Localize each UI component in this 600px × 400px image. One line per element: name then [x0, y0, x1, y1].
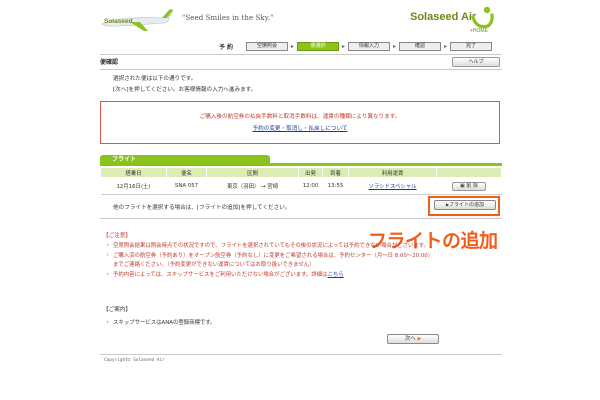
caution-text: 予約内容によっては、スキップサービスをご利用いただけない場合がございます。詳細は	[113, 271, 328, 278]
add-flight-row: 他のフライトを選択する場合は、[フライトの追加]を押してください。 ▶フライトの…	[100, 196, 502, 220]
divider	[100, 218, 502, 219]
cell-date: 12月16日(土)	[100, 177, 167, 195]
page-title: 便確認	[100, 59, 119, 66]
brand-name: Solaseed Air	[410, 11, 477, 23]
col-arrive: 到着	[322, 167, 349, 178]
next-arrow-icon: ▶	[417, 336, 422, 342]
intro-text: 選択された便は以下の通りです。 [次へ]を押してください。お客様情報の入力へ進み…	[113, 74, 256, 96]
cell-action: ▣ 削 除	[436, 177, 502, 195]
delete-label: 削 除	[466, 182, 478, 189]
step-availability: 空席照会	[246, 41, 288, 51]
add-flight-label: フライトの追加	[449, 202, 485, 208]
cell-route: 東京（羽田） → 宮崎	[206, 177, 299, 195]
fee-notice-box: ご購入後の航空券の払戻手数料と取消手数料は、運賃の種類により異なります。 予約の…	[100, 101, 500, 144]
cell-fare: ソラシドスペシャル	[348, 177, 437, 195]
change-cancel-link[interactable]: 予約の変更・取消し・払戻しについて	[101, 124, 499, 132]
info-heading: 【ご案内】	[103, 307, 131, 313]
intro-line: 選択された便は以下の通りです。	[113, 76, 197, 82]
col-date: 搭乗日	[100, 167, 167, 178]
copyright: Copyright© Solaseed Air	[104, 358, 165, 363]
list-item: スキップサービスはANAの登録商標です。	[105, 318, 216, 326]
help-button[interactable]: ヘルプ	[452, 57, 500, 67]
solaseed-plane-logo: Solaseed	[101, 9, 174, 31]
step-arrow-icon: ▸	[393, 42, 397, 50]
list-item: 空席照会結果は照会時点での状況ですので、フライトを選択されていてもその後の状況に…	[105, 242, 435, 252]
divider	[100, 54, 502, 55]
col-depart: 出発	[298, 167, 323, 178]
info-list: スキップサービスはANAの登録商標です。	[105, 318, 216, 326]
divider	[100, 354, 502, 355]
list-item: ご購入済の航空券（予約あり）をオープン航空券（予約なし）に変更をご希望される場合…	[105, 252, 435, 271]
fee-notice-text: ご購入後の航空券の払戻手数料と取消手数料は、運賃の種類により異なります。	[199, 114, 401, 120]
divider	[100, 69, 502, 70]
col-route: 区間	[206, 167, 299, 178]
col-flight-no: 便名	[166, 167, 207, 178]
table-row: 12月16日(土) SNA 057 東京（羽田） → 宮崎 12:00 13:5…	[100, 177, 502, 195]
step-info-input: 情報入力	[348, 41, 391, 51]
reservation-page: Solaseed "Seed Smiles in the Sky." Solas…	[100, 0, 502, 400]
step-arrow-icon: ▸	[291, 42, 295, 50]
delete-button[interactable]: ▣ 削 除	[452, 181, 486, 191]
add-flight-instruction: 他のフライトを選択する場合は、[フライトの追加]を押してください。	[113, 205, 291, 211]
details-link[interactable]: こちら	[328, 272, 344, 278]
brand-home-label: +HOME	[470, 28, 488, 34]
fare-link[interactable]: ソラシドスペシャル	[368, 184, 416, 190]
cell-flight-no: SNA 057	[166, 177, 207, 195]
next-button[interactable]: 次へ ▶	[387, 334, 439, 344]
cell-depart: 12:00	[298, 177, 323, 195]
slogan: "Seed Smiles in the Sky."	[182, 14, 274, 22]
flight-table: 搭乗日 便名 区間 出発 到着 利用運賃 12月16日(土) SNA 057 東…	[100, 167, 502, 195]
list-item: 予約内容によっては、スキップサービスをご利用いただけない場合がございます。詳細は…	[105, 271, 435, 281]
svg-text:Solaseed: Solaseed	[104, 18, 133, 25]
caution-list: 空席照会結果は照会時点での状況ですので、フライトを選択されていてもその後の状況に…	[105, 242, 435, 280]
step-confirm: 確認	[399, 41, 442, 51]
cell-arrive: 13:55	[322, 177, 349, 195]
col-fare: 利用運賃	[348, 167, 437, 178]
step-arrow-icon: ▸	[444, 42, 448, 50]
add-flight-button[interactable]: ▶フライトの追加	[434, 200, 496, 210]
step-complete: 完了	[450, 41, 493, 51]
step-flight-select: 便選択	[297, 41, 340, 51]
caution-heading: 【ご注意】	[103, 233, 131, 239]
progress-steps: 予約 空席照会 ▸ 便選択 ▸ 情報入力 ▸ 確認 ▸ 完了	[219, 40, 502, 52]
intro-line: [次へ]を押してください。お客様情報の入力へ進みます。	[113, 87, 257, 93]
flight-tab-bar	[100, 163, 502, 166]
steps-label: 予約	[219, 43, 236, 51]
next-label: 次へ	[404, 336, 416, 342]
step-arrow-icon: ▸	[342, 42, 346, 50]
col-action	[436, 167, 502, 178]
table-header-row: 搭乗日 便名 区間 出発 到着 利用運賃	[100, 167, 502, 178]
